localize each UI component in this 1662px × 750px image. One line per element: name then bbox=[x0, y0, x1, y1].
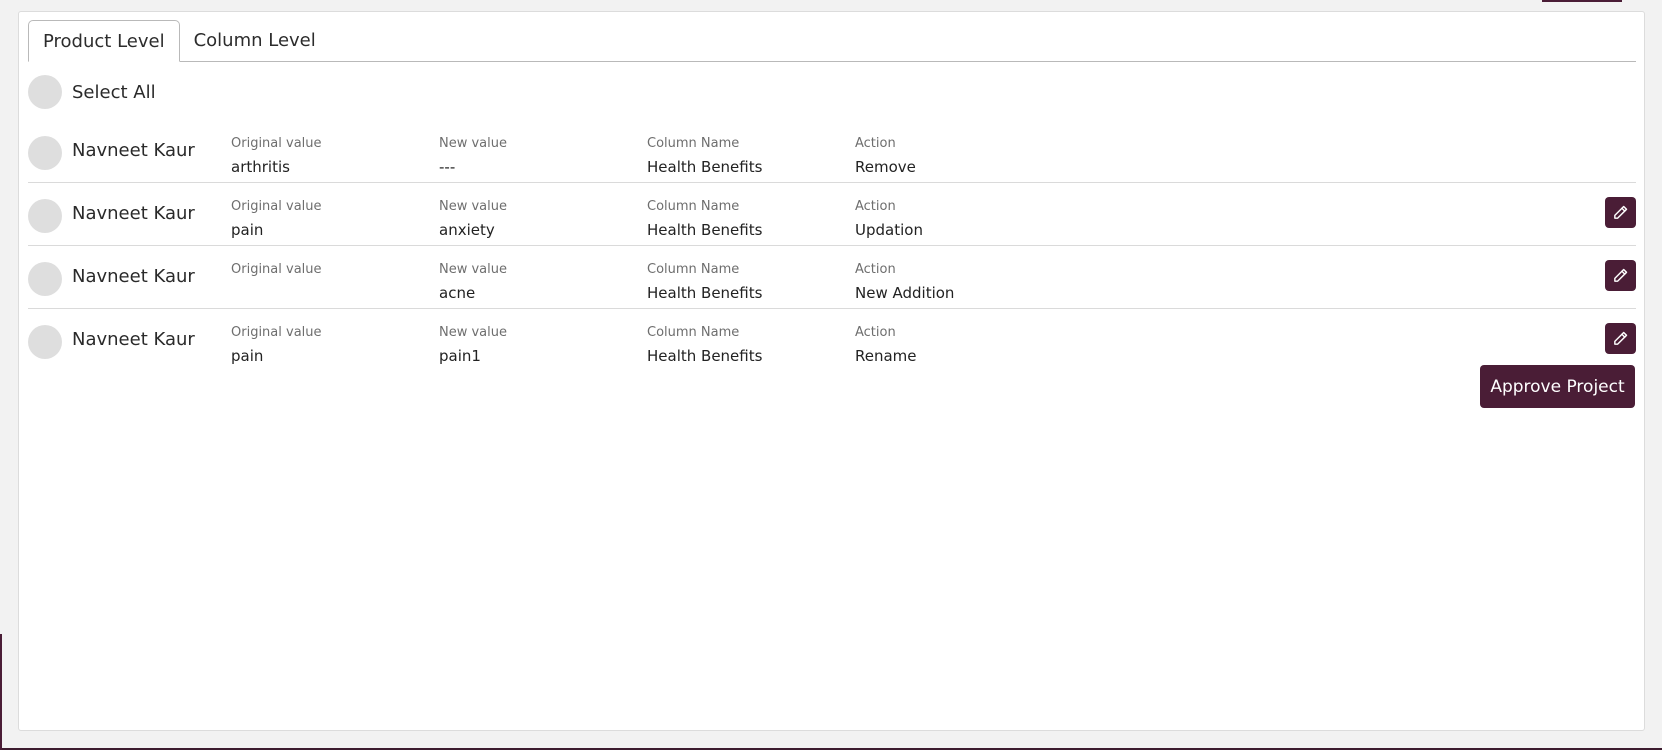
new-value-label: New value bbox=[439, 325, 507, 340]
column-name-label: Column Name bbox=[647, 136, 740, 151]
row-user-name: Navneet Kaur bbox=[72, 329, 195, 350]
new-value-label: New value bbox=[439, 199, 507, 214]
new-value-label: New value bbox=[439, 136, 507, 151]
original-value: arthritis bbox=[231, 158, 290, 176]
select-all: Select All bbox=[28, 75, 156, 109]
action-cell: Action Rename bbox=[855, 324, 917, 365]
edit-button[interactable] bbox=[1605, 197, 1636, 228]
column-name-cell: Column Name Health Benefits bbox=[647, 261, 762, 302]
action-cell: Action New Addition bbox=[855, 261, 954, 302]
changes-card: Product Level Column Level Select All Na… bbox=[18, 11, 1645, 731]
tab-product-level[interactable]: Product Level bbox=[28, 20, 180, 62]
column-name-value: Health Benefits bbox=[647, 158, 763, 176]
change-row: Navneet Kaur Original value New value ac… bbox=[28, 246, 1636, 309]
new-value-cell: New value anxiety bbox=[439, 198, 507, 239]
original-value-cell: Original value pain bbox=[231, 324, 322, 365]
action-cell: Action Updation bbox=[855, 198, 923, 239]
original-value: pain bbox=[231, 221, 264, 239]
new-value: --- bbox=[439, 158, 456, 176]
tab-column-level[interactable]: Column Level bbox=[180, 20, 330, 61]
original-value-label: Original value bbox=[231, 136, 322, 151]
new-value-cell: New value --- bbox=[439, 135, 507, 176]
row-select-radio[interactable] bbox=[28, 199, 62, 233]
original-value-label: Original value bbox=[231, 199, 322, 214]
original-value bbox=[231, 284, 322, 302]
original-value-cell: Original value pain bbox=[231, 198, 322, 239]
column-name-label: Column Name bbox=[647, 262, 740, 277]
select-all-radio[interactable] bbox=[28, 75, 62, 109]
original-value-cell: Original value arthritis bbox=[231, 135, 322, 176]
column-name-cell: Column Name Health Benefits bbox=[647, 135, 762, 176]
edit-button[interactable] bbox=[1605, 260, 1636, 291]
approve-project-button[interactable]: Approve Project bbox=[1480, 365, 1635, 408]
new-value-cell: New value acne bbox=[439, 261, 507, 302]
edit-button[interactable] bbox=[1605, 323, 1636, 354]
action-cell: Action Remove bbox=[855, 135, 916, 176]
left-accent-bar bbox=[0, 634, 2, 750]
new-value: pain1 bbox=[439, 347, 481, 365]
row-user-name: Navneet Kaur bbox=[72, 203, 195, 224]
row-select-radio[interactable] bbox=[28, 325, 62, 359]
change-row: Navneet Kaur Original value arthritis Ne… bbox=[28, 120, 1636, 183]
action-value: Remove bbox=[855, 158, 916, 176]
change-row: Navneet Kaur Original value pain New val… bbox=[28, 183, 1636, 246]
level-tabs: Product Level Column Level bbox=[28, 20, 1636, 62]
change-list: Navneet Kaur Original value arthritis Ne… bbox=[28, 120, 1636, 372]
column-name-label: Column Name bbox=[647, 199, 740, 214]
new-value: anxiety bbox=[439, 221, 495, 239]
column-name-value: Health Benefits bbox=[647, 347, 763, 365]
column-name-cell: Column Name Health Benefits bbox=[647, 198, 762, 239]
row-select-radio[interactable] bbox=[28, 262, 62, 296]
action-label: Action bbox=[855, 199, 896, 214]
new-value-label: New value bbox=[439, 262, 507, 277]
page: Product Level Column Level Select All Na… bbox=[0, 0, 1662, 750]
column-name-label: Column Name bbox=[647, 325, 740, 340]
original-value-cell: Original value bbox=[231, 261, 322, 302]
column-name-value: Health Benefits bbox=[647, 284, 763, 302]
original-value-label: Original value bbox=[231, 325, 322, 340]
change-row: Navneet Kaur Original value pain New val… bbox=[28, 309, 1636, 372]
row-user-name: Navneet Kaur bbox=[72, 266, 195, 287]
pencil-icon bbox=[1614, 331, 1628, 345]
action-label: Action bbox=[855, 136, 896, 151]
column-name-cell: Column Name Health Benefits bbox=[647, 324, 762, 365]
action-value: New Addition bbox=[855, 284, 955, 302]
action-value: Updation bbox=[855, 221, 923, 239]
select-all-label[interactable]: Select All bbox=[72, 82, 156, 103]
pencil-icon bbox=[1614, 268, 1628, 282]
pencil-icon bbox=[1614, 205, 1628, 219]
new-value: acne bbox=[439, 284, 476, 302]
original-value: pain bbox=[231, 347, 264, 365]
row-user-name: Navneet Kaur bbox=[72, 140, 195, 161]
action-value: Rename bbox=[855, 347, 917, 365]
original-value-label: Original value bbox=[231, 262, 322, 277]
top-accent-bar bbox=[1542, 0, 1622, 2]
row-select-radio[interactable] bbox=[28, 136, 62, 170]
column-name-value: Health Benefits bbox=[647, 221, 763, 239]
new-value-cell: New value pain1 bbox=[439, 324, 507, 365]
action-label: Action bbox=[855, 325, 896, 340]
action-label: Action bbox=[855, 262, 896, 277]
